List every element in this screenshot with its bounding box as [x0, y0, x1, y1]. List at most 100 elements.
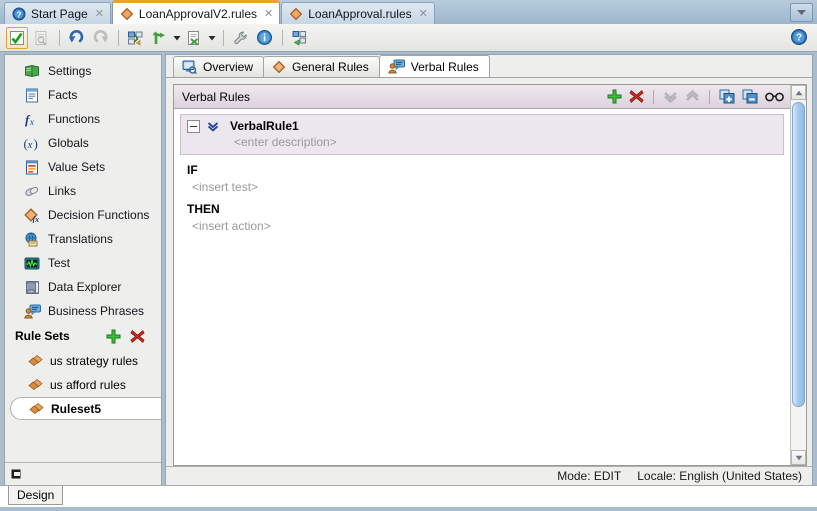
sidebar-item-label: Functions	[48, 112, 101, 126]
redo-button[interactable]	[89, 27, 111, 49]
help-button[interactable]: ?	[789, 27, 809, 47]
rulesets-header-label: Rule Sets	[15, 329, 70, 343]
sidebar-item-label: Test	[48, 256, 71, 270]
expand-all-button[interactable]	[719, 89, 735, 104]
settings-button[interactable]	[229, 27, 251, 49]
application-window: ? Start Page ✕ LoanApprovalV2.rules ✕ Lo…	[0, 0, 817, 511]
editor-tab-bar: Overview General Rules Verbal Rules	[166, 55, 812, 78]
sidebar-item-label: Data Explorer	[48, 280, 122, 294]
editor-tab-label: LoanApprovalV2.rules	[138, 6, 257, 21]
bottom-tab-label: Design	[17, 488, 55, 502]
mode-status: Mode: EDIT	[557, 469, 622, 483]
scrollbar-track[interactable]	[791, 100, 806, 450]
rule-header[interactable]: VerbalRule1 <enter description>	[180, 114, 784, 155]
toolbar-separator	[282, 29, 283, 46]
tab-overflow-button[interactable]	[790, 3, 813, 22]
panel-toolbar	[607, 89, 784, 104]
sidebar-item-test[interactable]: Test	[5, 251, 161, 275]
glasses-icon[interactable]	[765, 91, 784, 102]
help-circle-icon: ?	[790, 28, 808, 46]
print-preview-button[interactable]	[30, 27, 52, 49]
vertical-scrollbar[interactable]	[790, 85, 806, 465]
collapse-all-button[interactable]	[742, 89, 758, 104]
move-down-button[interactable]	[663, 90, 678, 103]
ruleset-diamond-icon	[28, 402, 45, 416]
ruleset-item-ruleset5[interactable]: Ruleset5	[10, 397, 161, 420]
then-label: THEN	[187, 202, 220, 216]
verbal-rules-panel: Verbal Rules VerbalRule1 <enter descript…	[174, 85, 790, 465]
rulesets-section-header: Rule Sets	[5, 323, 161, 349]
settings-book-icon	[23, 63, 41, 79]
window-bottom-edge	[0, 507, 817, 511]
editor-tab-label: LoanApproval.rules	[308, 6, 412, 21]
if-label: IF	[187, 163, 198, 177]
export-dropdown-caret[interactable]	[207, 27, 216, 49]
insert-test-placeholder[interactable]: <insert test>	[192, 180, 784, 194]
panel-title: Verbal Rules	[182, 89, 251, 104]
tab-label: Verbal Rules	[410, 59, 479, 74]
delete-rule-button[interactable]	[629, 89, 644, 104]
sidebar-item-business-phrases[interactable]: Business Phrases	[5, 299, 161, 323]
workspace: Settings Facts f x Functions (x) Globa…	[0, 52, 817, 485]
sidebar-item-functions[interactable]: f x Functions	[5, 107, 161, 131]
rule-description-placeholder[interactable]: <enter description>	[234, 135, 777, 149]
info-button[interactable]	[253, 27, 275, 49]
sidebar-item-settings[interactable]: Settings	[5, 59, 161, 83]
panel-toolbar-separator	[653, 89, 654, 104]
close-icon[interactable]: ✕	[95, 8, 104, 19]
editor-tab-loanapprovalv2[interactable]: LoanApprovalV2.rules ✕	[111, 0, 281, 24]
navigator-sidebar: Settings Facts f x Functions (x) Globa…	[4, 54, 162, 485]
sidebar-item-data-explorer[interactable]: Data Explorer	[5, 275, 161, 299]
sidebar-item-translations[interactable]: Translations	[5, 227, 161, 251]
tab-design[interactable]: Design	[8, 486, 64, 505]
editor-tab-start-page[interactable]: ? Start Page ✕	[4, 2, 111, 24]
close-icon[interactable]: ✕	[419, 8, 428, 19]
undo-button[interactable]	[65, 27, 87, 49]
toolbar-separator	[223, 29, 224, 46]
sidebar-item-label: Settings	[48, 64, 92, 78]
tab-overview[interactable]: Overview	[173, 56, 265, 77]
green-arrow-dictionary-icon	[291, 30, 308, 46]
dictionary-button[interactable]	[124, 27, 146, 49]
add-ruleset-button[interactable]	[106, 329, 121, 344]
tab-verbal-rules[interactable]: Verbal Rules	[378, 55, 490, 77]
svg-text:fx: fx	[32, 215, 39, 223]
svg-text:): )	[34, 136, 38, 151]
validate-button[interactable]	[6, 26, 28, 49]
apply-dropdown-caret[interactable]	[172, 27, 181, 49]
scroll-down-button[interactable]	[791, 450, 806, 465]
goto-dictionary-button[interactable]	[288, 27, 310, 49]
locale-status: Locale: English (United States)	[637, 469, 802, 483]
minus-box-icon[interactable]	[187, 119, 200, 133]
insert-action-placeholder[interactable]: <insert action>	[192, 219, 784, 233]
editor-tab-loanapproval[interactable]: LoanApproval.rules ✕	[281, 2, 435, 24]
editor-tab-strip: ? Start Page ✕ LoanApprovalV2.rules ✕ Lo…	[0, 0, 817, 24]
sidebar-item-decision-functions[interactable]: fx Decision Functions	[5, 203, 161, 227]
sidebar-item-globals[interactable]: ( x ) Globals	[5, 131, 161, 155]
delete-ruleset-button[interactable]	[130, 329, 145, 344]
document-export-icon	[186, 30, 202, 46]
sidebar-item-value-sets[interactable]: Value Sets	[5, 155, 161, 179]
sidebar-item-label: Value Sets	[48, 160, 106, 174]
ruleset-item-us-strategy-rules[interactable]: us strategy rules	[5, 349, 161, 373]
sidebar-item-links[interactable]: Links	[5, 179, 161, 203]
chevron-down-icon	[796, 9, 807, 16]
collapse-marker-icon[interactable]	[11, 469, 21, 479]
double-chevron-down-icon[interactable]	[207, 121, 219, 132]
move-up-button[interactable]	[685, 90, 700, 103]
green-branch-icon	[151, 30, 167, 46]
scroll-up-button[interactable]	[791, 85, 806, 100]
ruleset-item-us-afford-rules[interactable]: us afford rules	[5, 373, 161, 397]
add-rule-button[interactable]	[607, 89, 622, 104]
sidebar-item-label: Links	[48, 184, 77, 198]
sidebar-item-label: Globals	[48, 136, 89, 150]
export-button[interactable]	[183, 27, 205, 49]
sidebar-item-facts[interactable]: Facts	[5, 83, 161, 107]
scrollbar-thumb[interactable]	[792, 102, 805, 407]
facts-document-icon	[23, 87, 41, 103]
close-icon[interactable]: ✕	[264, 8, 273, 19]
apply-button[interactable]	[148, 27, 170, 49]
tab-general-rules[interactable]: General Rules	[263, 56, 380, 77]
rule-name: VerbalRule1	[230, 119, 299, 133]
